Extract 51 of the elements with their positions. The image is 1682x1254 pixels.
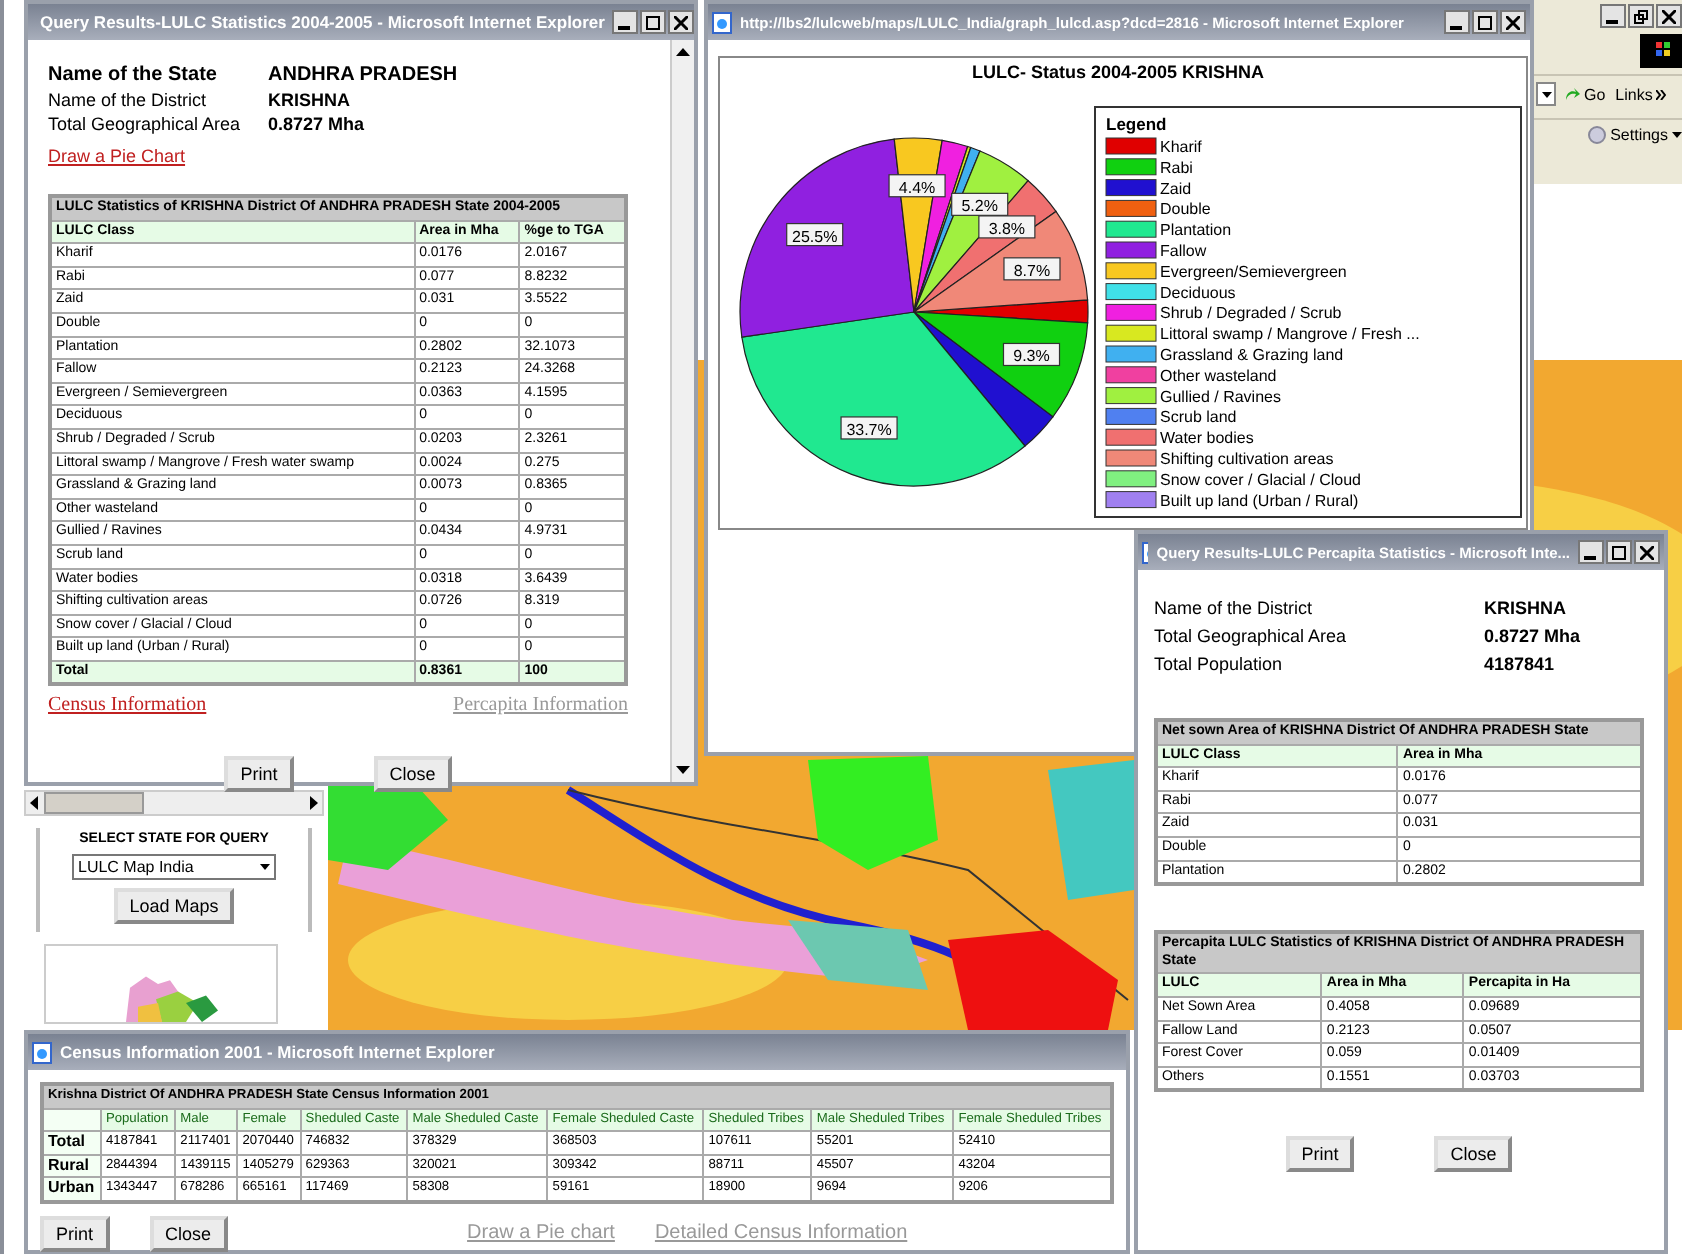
data-label: 25.5% [786, 223, 844, 247]
field-value: ANDHRA PRADESH [268, 64, 460, 86]
legend-label: Water bodies [1160, 429, 1254, 448]
legend-label: Shrub / Degraded / Scrub [1160, 304, 1342, 323]
field-label: Total Population [1154, 654, 1285, 674]
legend-label: Fallow [1160, 242, 1207, 260]
field-value: KRISHNA [1484, 598, 1569, 618]
row-header: Urban [42, 1177, 101, 1202]
legend-label: Shifting cultivation areas [1160, 450, 1334, 468]
legend-label: Built up land (Urban / Rural) [1160, 491, 1359, 510]
data-label: 33.7% [840, 416, 898, 440]
legend-label: Grassland & Grazing land [1160, 346, 1344, 364]
field-value: 4187841 [1484, 654, 1557, 674]
legend-label: Kharif [1160, 138, 1202, 156]
legend-label: Double [1160, 200, 1211, 219]
data-label: 25.5% [792, 227, 838, 246]
field-label: Name of the District [48, 90, 209, 110]
legend-label: Plantation [1160, 221, 1232, 240]
legend-label: Zaid [1160, 179, 1192, 198]
chart-title: LULC- Status 2004-2005 KRISHNA [971, 62, 1265, 82]
data-label: 5.2% [961, 197, 998, 216]
row-header: Total [42, 1131, 101, 1155]
data-label: 8.7% [1003, 257, 1061, 281]
field-label: Total Geographical Area [48, 114, 243, 134]
data-label: 3.8% [988, 219, 1026, 238]
legend-label: Gullied / Ravines [1160, 387, 1281, 406]
legend-title: Legend [1106, 114, 1167, 134]
legend-label: Deciduous [1160, 283, 1236, 302]
field-value: KRISHNA [268, 90, 353, 110]
data-label: 9.3% [1002, 342, 1061, 367]
data-label: 8.7% [1013, 261, 1051, 280]
field-value: 0.8727 Mha [268, 114, 367, 134]
window-title: Query Results-LULC Statistics 2004-2005 - Microsoft Internet Explorer [40, 12, 605, 32]
data-label: 4.4% [898, 178, 936, 197]
row-header: Rural [42, 1154, 101, 1178]
data-label: 3.8% [978, 215, 1036, 239]
legend-label: Evergreen/Semievergreen [1160, 262, 1347, 281]
field-label: Name of the District [1154, 598, 1315, 618]
field-label: Total Geographical Area [1154, 626, 1349, 646]
data-label: 9.3% [1013, 347, 1050, 366]
window-title: Census Information 2001 - Microsoft Internet Explorer [60, 1042, 497, 1062]
legend-label: Other wasteland [1160, 366, 1277, 385]
legend-label: Rabi [1160, 158, 1193, 177]
legend-label: Snow cover / Glacial / Cloud [1160, 470, 1361, 489]
field-label: Name of the State [48, 64, 219, 86]
data-label: 4.4% [888, 174, 946, 198]
data-label: 33.7% [846, 420, 892, 439]
legend-label: Littoral swamp / Mangrove / Fresh ... [1160, 325, 1420, 344]
field-value: 0.8727 Mha [1484, 626, 1583, 646]
data-label: 5.2% [951, 192, 1009, 216]
legend-label: Scrub land [1160, 408, 1237, 427]
